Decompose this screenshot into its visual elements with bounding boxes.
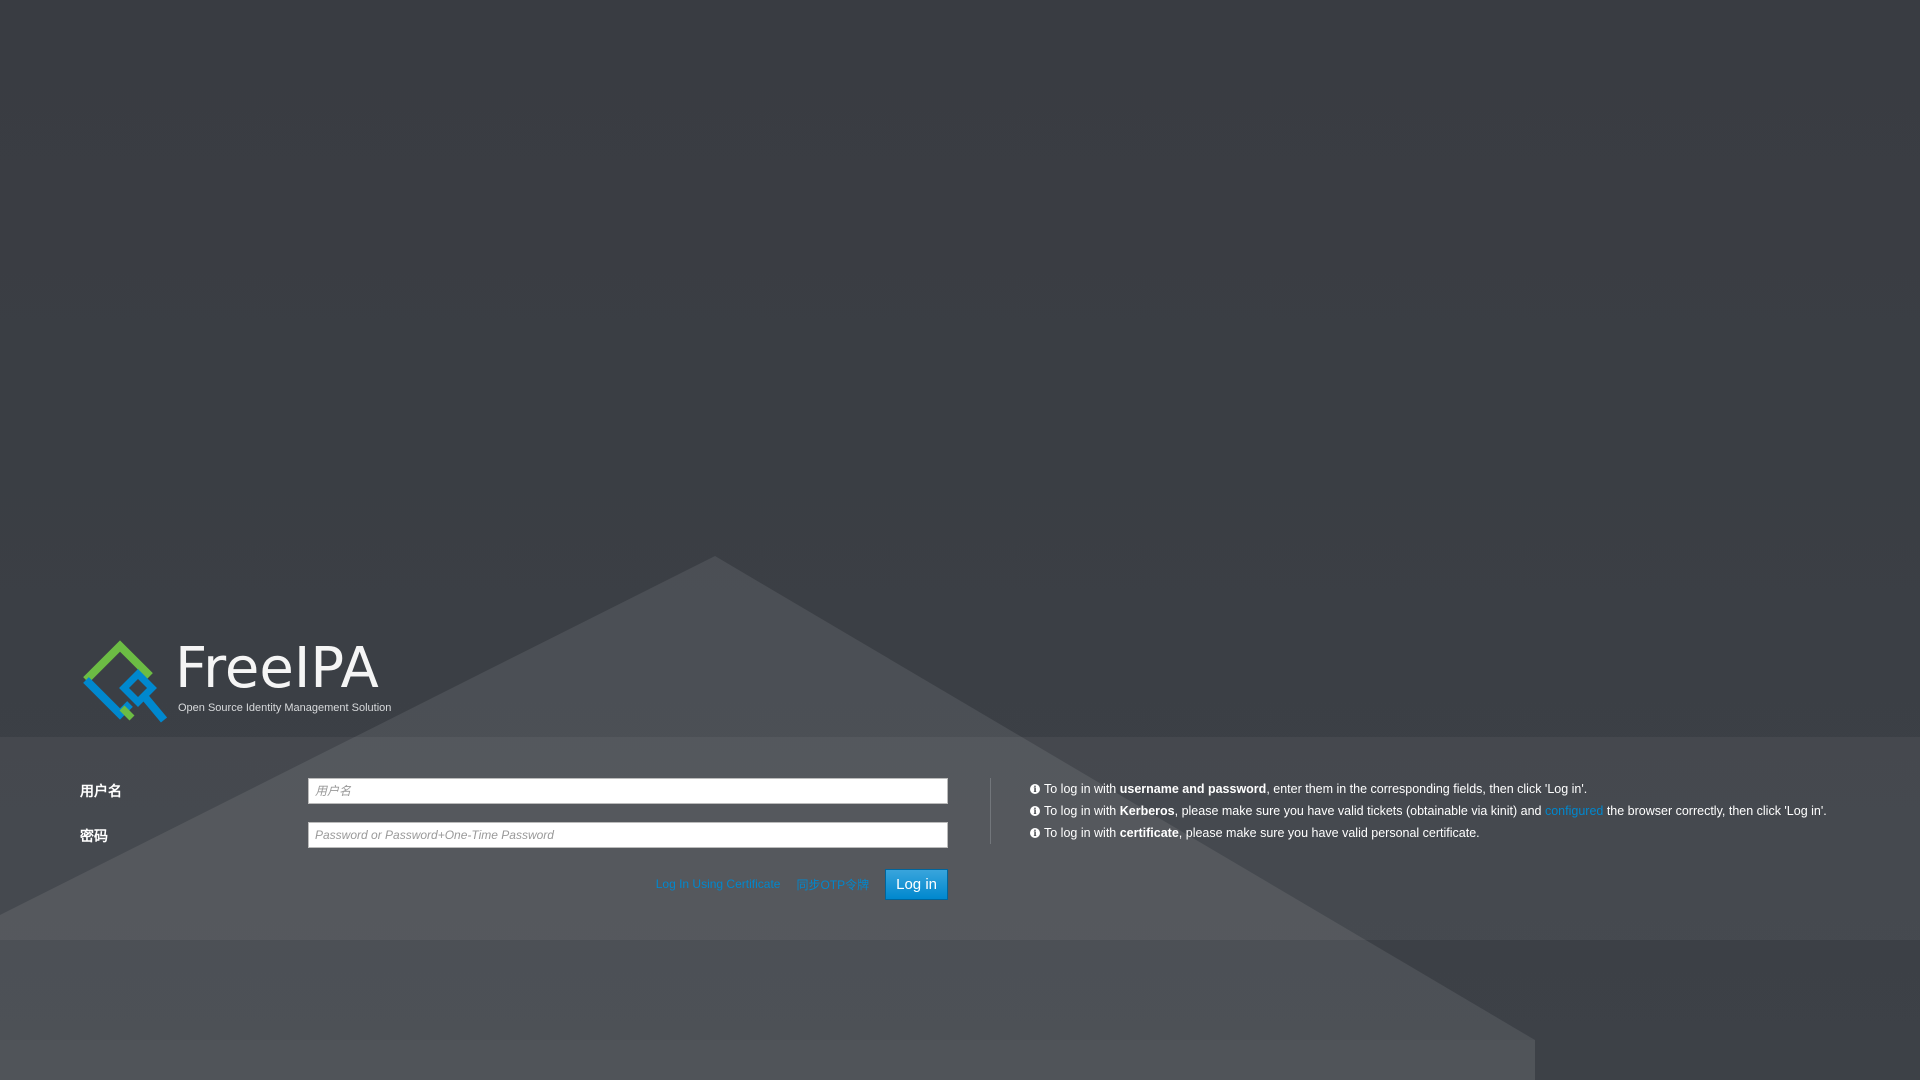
- login-actions: Log In Using Certificate 同步OTP令牌 Log in: [640, 868, 950, 900]
- help-item-password: i To log in with username and password, …: [1030, 778, 1910, 800]
- help-text: , please make sure you have valid ticket…: [1174, 803, 1545, 818]
- help-text-bold: certificate: [1119, 825, 1179, 840]
- brand-name: FreeIPA: [175, 636, 379, 701]
- help-text: , enter them in the corresponding fields…: [1266, 781, 1588, 796]
- help-text: To log in with: [1044, 825, 1120, 840]
- username-input[interactable]: [308, 778, 948, 804]
- login-with-certificate-link[interactable]: Log In Using Certificate: [656, 877, 781, 891]
- help-text: the browser correctly, then click 'Log i…: [1603, 803, 1827, 818]
- login-page: FreeIPA Open Source Identity Management …: [0, 0, 1920, 1080]
- freeipa-logo-icon: [83, 640, 168, 723]
- help-text: To log in with: [1044, 781, 1120, 796]
- panel-divider: [990, 778, 991, 844]
- help-item-kerberos: i To log in with Kerberos, please make s…: [1030, 800, 1910, 822]
- brand-tagline: Open Source Identity Management Solution: [178, 702, 392, 714]
- help-text: To log in with: [1044, 803, 1120, 818]
- help-text-bold: Kerberos: [1119, 803, 1175, 818]
- info-circle-icon: i: [1030, 784, 1040, 794]
- login-button[interactable]: Log in: [885, 868, 948, 900]
- configured-browser-link[interactable]: configured: [1545, 802, 1603, 821]
- password-label: 密码: [80, 829, 108, 845]
- info-circle-icon: i: [1030, 806, 1040, 816]
- sync-otp-token-link[interactable]: 同步OTP令牌: [796, 876, 869, 893]
- password-input[interactable]: [308, 822, 948, 848]
- freeipa-logo: FreeIPA Open Source Identity Management …: [78, 636, 398, 725]
- help-text: , please make sure you have valid person…: [1178, 825, 1480, 840]
- info-circle-icon: i: [1030, 828, 1040, 838]
- help-item-certificate: i To log in with certificate, please mak…: [1030, 822, 1910, 844]
- login-help-list: i To log in with username and password, …: [1030, 778, 1910, 844]
- help-text-bold: username and password: [1119, 781, 1267, 796]
- username-label: 用户名: [80, 784, 122, 800]
